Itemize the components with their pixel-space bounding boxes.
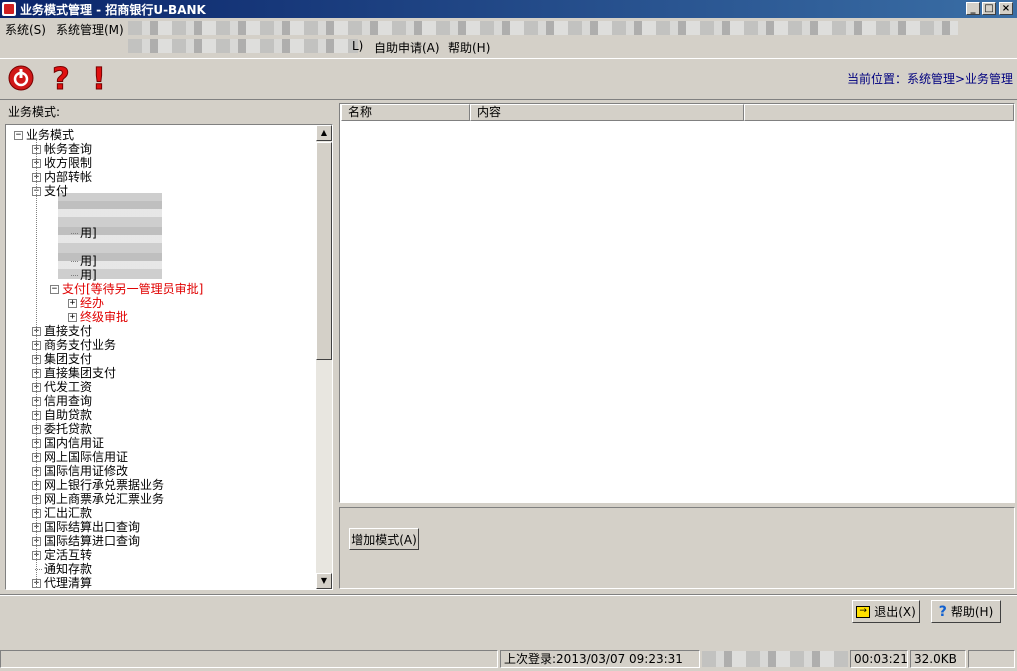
status-pane-last bbox=[968, 650, 1015, 668]
tree-node[interactable]: 国际信用证修改 bbox=[44, 464, 128, 478]
column-header-content[interactable]: 内容 bbox=[470, 104, 744, 121]
tree-node[interactable]: 帐务查询 bbox=[44, 142, 92, 156]
tree-node[interactable]: 用] bbox=[80, 268, 97, 282]
menu-bar: 系统(S) 系统管理(M) L) 自助申请(A) 帮助(H) bbox=[0, 19, 1017, 57]
help-label: 帮助(H) bbox=[950, 605, 994, 619]
exit-button[interactable]: → 退出(X) bbox=[852, 600, 920, 623]
minimize-button[interactable]: _ bbox=[966, 2, 980, 15]
status-pane-empty bbox=[0, 650, 498, 668]
tree-node[interactable]: 汇出汇款 bbox=[44, 506, 92, 520]
tree-node[interactable]: 集团支付 bbox=[44, 352, 92, 366]
tree-node[interactable]: 国际结算出口查询 bbox=[44, 520, 140, 534]
exclamation-icon: ! bbox=[92, 62, 107, 94]
svg-text:?: ? bbox=[52, 62, 69, 94]
tree-node[interactable]: 支付[等待另一管理员审批] bbox=[62, 282, 203, 296]
location-breadcrumb: 当前位置：系统管理>业务管理 bbox=[846, 72, 1013, 86]
menu-hidden-partial[interactable]: L) bbox=[352, 39, 363, 53]
tree-node[interactable]: 委托贷款 bbox=[44, 422, 92, 436]
mode-list[interactable]: 名称 内容 bbox=[339, 103, 1015, 503]
help-icon: ? bbox=[938, 603, 947, 620]
tree-node[interactable]: 国内信用证 bbox=[44, 436, 104, 450]
status-blurred bbox=[702, 651, 848, 667]
tree-content: − 业务模式 + 帐务查询 + 收方限制 + 内部转帐 − 支付 用] 用] 用] − 支付[等待另一管理员… bbox=[6, 125, 316, 589]
exit-label: 退出(X) bbox=[874, 605, 916, 619]
menu-help[interactable]: 帮助(H) bbox=[448, 39, 490, 56]
window-title: 业务模式管理 - 招商银行U-BANK bbox=[20, 3, 206, 17]
tree-node[interactable]: 直接支付 bbox=[44, 324, 92, 338]
blurred-menu-area bbox=[128, 21, 958, 35]
tree-node[interactable]: 用] bbox=[80, 254, 97, 268]
tree-connector bbox=[71, 261, 78, 262]
tree-node[interactable]: 收方限制 bbox=[44, 156, 92, 170]
scroll-thumb[interactable] bbox=[316, 142, 332, 360]
svg-text:!: ! bbox=[92, 62, 106, 94]
status-elapsed-time: 00:03:21 bbox=[850, 650, 908, 668]
tree-connector bbox=[71, 275, 78, 276]
status-last-login: 上次登录:2013/03/07 09:23:31 bbox=[500, 650, 700, 668]
scroll-up-arrow-icon[interactable]: ▲ bbox=[316, 125, 332, 141]
tree-node[interactable]: 内部转帐 bbox=[44, 170, 92, 184]
tree-node[interactable]: 代理清算 bbox=[44, 576, 92, 589]
tree-node[interactable]: 信用查询 bbox=[44, 394, 92, 408]
power-button[interactable] bbox=[6, 62, 36, 94]
tree-expand-toggle-icon[interactable]: − bbox=[14, 131, 23, 140]
maximize-button[interactable]: □ bbox=[982, 2, 996, 15]
mode-tree[interactable]: − 业务模式 + 帐务查询 + 收方限制 + 内部转帐 − 支付 用] 用] 用] − 支付[等待另一管理员… bbox=[5, 124, 333, 590]
menu-self-apply[interactable]: 自助申请(A) bbox=[374, 39, 440, 56]
exit-icon: → bbox=[856, 605, 871, 618]
app-logo-icon bbox=[2, 2, 16, 16]
help-button[interactable]: ? 帮助(H) bbox=[931, 600, 1001, 623]
power-icon bbox=[8, 65, 34, 91]
tree-node[interactable]: 业务模式 bbox=[26, 128, 74, 142]
tree-node[interactable]: 定活互转 bbox=[44, 548, 92, 562]
tree-node[interactable]: 网上银行承兑票据业务 bbox=[44, 478, 164, 492]
tree-node[interactable]: 经办 bbox=[80, 296, 104, 310]
tree-node[interactable]: 终级审批 bbox=[80, 310, 128, 324]
tree-node[interactable]: 自助贷款 bbox=[44, 408, 92, 422]
tree-node[interactable]: 直接集团支付 bbox=[44, 366, 116, 380]
tree-node[interactable]: 网上商票承兑汇票业务 bbox=[44, 492, 164, 506]
tree-node[interactable]: 支付 bbox=[44, 184, 68, 198]
question-icon: ? bbox=[52, 62, 70, 94]
tree-node[interactable]: 商务支付业务 bbox=[44, 338, 116, 352]
blurred-tree-entries bbox=[58, 193, 162, 279]
tree-node[interactable]: 网上国际信用证 bbox=[44, 450, 128, 464]
tree-expand-toggle-icon[interactable]: + bbox=[68, 299, 77, 308]
tree-node[interactable]: 国际结算进口查询 bbox=[44, 534, 140, 548]
divider bbox=[0, 594, 1017, 596]
add-mode-button[interactable]: 增加模式(A) bbox=[349, 528, 419, 550]
tree-scrollbar[interactable]: ▲ ▼ bbox=[316, 125, 332, 589]
tree-connector-line bbox=[36, 139, 37, 587]
help-toolbar-button[interactable]: ? bbox=[46, 62, 76, 94]
scroll-down-arrow-icon[interactable]: ▼ bbox=[316, 573, 332, 589]
close-button[interactable]: × bbox=[999, 2, 1013, 15]
mode-label: 业务模式: bbox=[8, 105, 61, 119]
alert-button[interactable]: ! bbox=[84, 62, 114, 94]
blurred-menu-area-2 bbox=[128, 39, 358, 53]
column-header-name[interactable]: 名称 bbox=[341, 104, 470, 121]
tree-node[interactable]: 通知存款 bbox=[44, 562, 92, 576]
tree-connector bbox=[71, 233, 78, 234]
tree-node[interactable]: 用] bbox=[80, 226, 97, 240]
column-header-empty bbox=[744, 104, 1014, 121]
action-panel: 增加模式(A) bbox=[339, 507, 1015, 589]
menu-system[interactable]: 系统(S) bbox=[5, 21, 46, 38]
tree-expand-toggle-icon[interactable]: − bbox=[50, 285, 59, 294]
status-size: 32.0KB bbox=[910, 650, 966, 668]
tree-expand-toggle-icon[interactable]: + bbox=[68, 313, 77, 322]
menu-system-management[interactable]: 系统管理(M) bbox=[56, 21, 124, 38]
title-bar: 业务模式管理 - 招商银行U-BANK _ □ × bbox=[0, 0, 1017, 18]
tree-node[interactable]: 代发工资 bbox=[44, 380, 92, 394]
